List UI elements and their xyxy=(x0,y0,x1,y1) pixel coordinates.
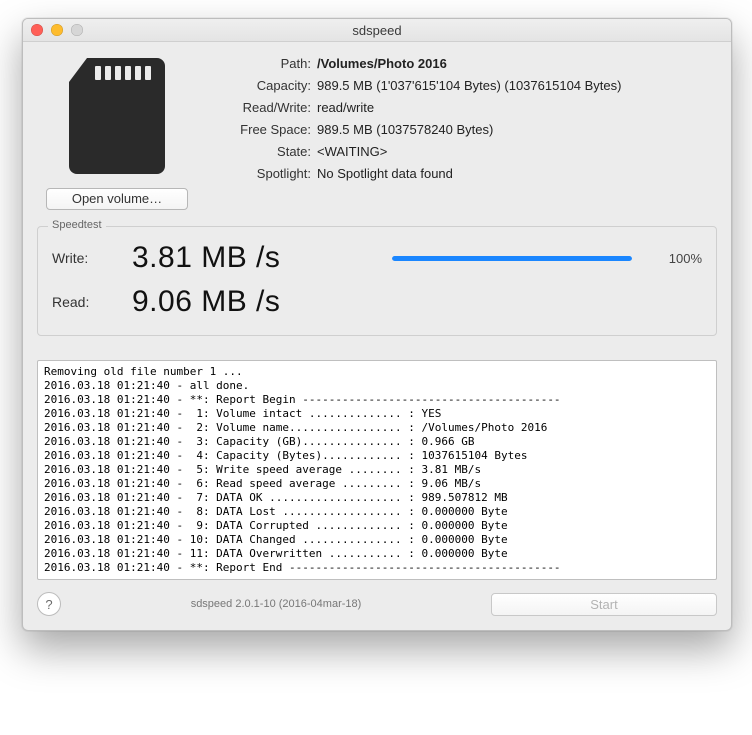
titlebar[interactable]: sdspeed xyxy=(23,19,731,42)
readwrite-label: Read/Write: xyxy=(215,100,311,115)
write-speed-value: 3.81 MB /s xyxy=(132,241,392,275)
readwrite-value: read/write xyxy=(317,100,717,115)
window-title: sdspeed xyxy=(23,23,731,38)
volume-info: Path: /Volumes/Photo 2016 Capacity: 989.… xyxy=(215,52,717,210)
start-button[interactable]: Start xyxy=(491,593,717,616)
version-label: sdspeed 2.0.1-10 (2016-04mar-18) xyxy=(73,598,479,610)
spotlight-value: No Spotlight data found xyxy=(317,166,717,181)
capacity-label: Capacity: xyxy=(215,78,311,93)
progress-percent: 100% xyxy=(642,251,702,266)
sd-card-icon xyxy=(53,52,181,180)
progress-bar xyxy=(392,256,632,261)
window-controls xyxy=(31,24,83,36)
app-window: sdspeed Ope xyxy=(22,18,732,631)
spotlight-label: Spotlight: xyxy=(215,166,311,181)
speedtest-group: Speedtest Write: 3.81 MB /s 100% Read: 9… xyxy=(37,226,717,336)
minimize-icon[interactable] xyxy=(51,24,63,36)
progress-bar-fill xyxy=(392,256,632,261)
capacity-value: 989.5 MB (1'037'615'104 Bytes) (10376151… xyxy=(317,78,717,93)
write-label: Write: xyxy=(52,250,132,266)
freespace-value: 989.5 MB (1037578240 Bytes) xyxy=(317,122,717,137)
zoom-icon[interactable] xyxy=(71,24,83,36)
path-value: /Volumes/Photo 2016 xyxy=(317,56,717,71)
state-value: <WAITING> xyxy=(317,144,717,159)
path-label: Path: xyxy=(215,56,311,71)
state-label: State: xyxy=(215,144,311,159)
speedtest-legend: Speedtest xyxy=(48,219,106,231)
read-label: Read: xyxy=(52,294,132,310)
close-icon[interactable] xyxy=(31,24,43,36)
log-output[interactable]: Removing old file number 1 ... 2016.03.1… xyxy=(37,360,717,580)
help-button[interactable]: ? xyxy=(37,592,61,616)
open-volume-button[interactable]: Open volume… xyxy=(46,188,188,210)
freespace-label: Free Space: xyxy=(215,122,311,137)
read-speed-value: 9.06 MB /s xyxy=(132,285,392,319)
